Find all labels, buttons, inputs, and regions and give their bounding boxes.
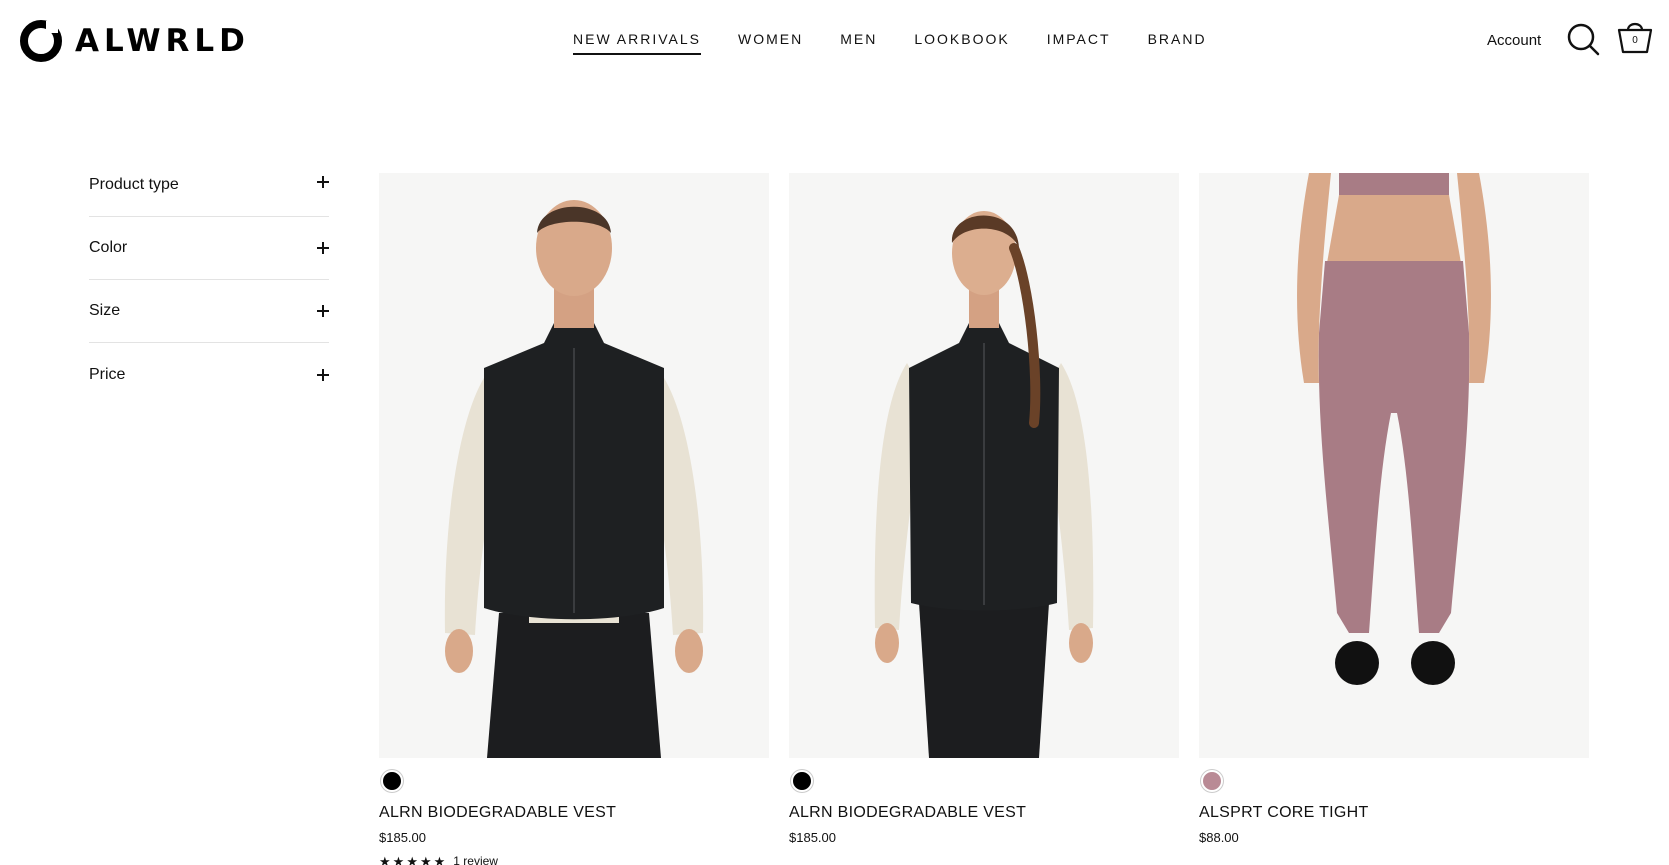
search-icon[interactable]: [1566, 22, 1600, 56]
filter-label: Color: [89, 239, 128, 256]
filter-size[interactable]: Size: [89, 280, 329, 343]
plus-icon[interactable]: [317, 176, 329, 188]
filter-price[interactable]: Price: [89, 343, 329, 406]
product-name[interactable]: ALSPRT CORE TIGHT: [1199, 804, 1589, 822]
star-icon: ★: [406, 853, 418, 865]
nav-impact[interactable]: IMPACT: [1047, 31, 1111, 53]
cart-count: 0: [1632, 35, 1638, 46]
filter-sidebar: Product type Color Size Price: [89, 160, 329, 406]
nav-lookbook[interactable]: LOOKBOOK: [914, 31, 1009, 53]
product-card[interactable]: ALRN BIODEGRADABLE VEST $185.00 ★ ★ ★ ★ …: [379, 173, 769, 865]
star-icon: ★: [419, 853, 432, 865]
product-price: $185.00: [379, 830, 426, 845]
product-rating: ★ ★ ★ ★ ★ 1 review: [379, 854, 769, 865]
star-icon: ★: [433, 853, 446, 865]
cart-button[interactable]: 0: [1616, 19, 1654, 57]
product-card[interactable]: ALSPRT CORE TIGHT $88.00: [1199, 173, 1589, 865]
logo-text: ALWRLD: [75, 23, 250, 59]
review-count[interactable]: 1 review: [453, 854, 498, 865]
filter-label: Price: [89, 365, 126, 383]
main-nav: NEW ARRIVALS WOMEN MEN LOOKBOOK IMPACT B…: [573, 31, 1244, 55]
product-photo-tights: [1199, 173, 1589, 758]
filter-color[interactable]: Color: [89, 217, 329, 280]
product-image[interactable]: [379, 173, 769, 758]
logo[interactable]: ALWRLD: [19, 19, 250, 63]
nav-men[interactable]: MEN: [840, 31, 877, 53]
color-swatch[interactable]: [791, 770, 813, 792]
product-name[interactable]: ALRN BIODEGRADABLE VEST: [789, 804, 1179, 822]
product-grid: ALRN BIODEGRADABLE VEST $185.00 ★ ★ ★ ★ …: [379, 173, 1589, 865]
filter-label: Size: [89, 302, 121, 319]
nav-brand[interactable]: BRAND: [1148, 31, 1207, 53]
nav-women[interactable]: WOMEN: [738, 31, 803, 53]
star-icon: ★: [379, 853, 391, 865]
product-photo-woman-vest: [789, 173, 1179, 758]
filter-label: Product type: [89, 176, 179, 193]
plus-icon[interactable]: [317, 242, 329, 254]
product-name[interactable]: ALRN BIODEGRADABLE VEST: [379, 804, 769, 822]
logo-mark-icon: [20, 20, 62, 62]
nav-new-arrivals[interactable]: NEW ARRIVALS: [573, 31, 701, 55]
product-price: $88.00: [1199, 830, 1239, 845]
site-header: ALWRLD NEW ARRIVALS WOMEN MEN LOOKBOOK I…: [0, 0, 1669, 82]
product-photo-man-vest: [379, 173, 769, 758]
product-card[interactable]: ALRN BIODEGRADABLE VEST $185.00: [789, 173, 1179, 865]
product-image[interactable]: [1199, 173, 1589, 758]
account-link[interactable]: Account: [1487, 32, 1541, 49]
filter-product-type[interactable]: Product type: [89, 160, 329, 217]
plus-icon[interactable]: [317, 305, 329, 317]
color-swatch[interactable]: [1201, 770, 1223, 792]
product-price: $185.00: [789, 830, 836, 845]
plus-icon[interactable]: [317, 368, 329, 381]
star-icon: ★: [392, 853, 405, 865]
color-swatch[interactable]: [381, 770, 403, 792]
product-image[interactable]: [789, 173, 1179, 758]
